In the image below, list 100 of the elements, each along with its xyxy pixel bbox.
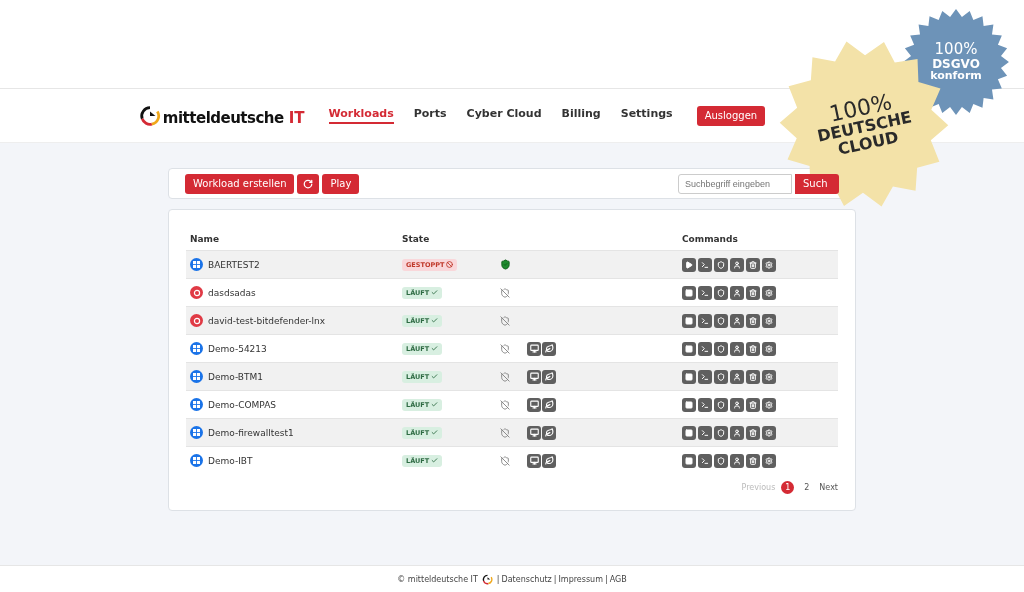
settings-button[interactable] bbox=[762, 453, 776, 468]
terminal-button[interactable] bbox=[698, 341, 712, 356]
stop-button[interactable] bbox=[682, 425, 696, 440]
monitor-button[interactable] bbox=[527, 341, 541, 356]
settings-button[interactable] bbox=[762, 341, 776, 356]
nav-link[interactable]: Workloads bbox=[328, 107, 394, 124]
play-button[interactable]: Play bbox=[322, 173, 360, 194]
page-link[interactable]: 1 bbox=[781, 480, 795, 494]
create-workload-button[interactable]: Workload erstellen bbox=[185, 173, 295, 194]
user-button[interactable] bbox=[730, 257, 744, 272]
user-button[interactable] bbox=[730, 341, 744, 356]
refresh-button[interactable] bbox=[297, 173, 320, 194]
nav-link[interactable]: Cyber Cloud bbox=[466, 107, 542, 124]
refresh-icon bbox=[303, 178, 314, 189]
settings-icon bbox=[765, 400, 773, 409]
logout-button[interactable]: Ausloggen bbox=[696, 105, 766, 126]
check-icon bbox=[431, 289, 439, 296]
trash-button[interactable] bbox=[746, 453, 760, 468]
search-button[interactable]: Such bbox=[795, 173, 839, 194]
shield-button[interactable] bbox=[714, 369, 728, 384]
monitor-button[interactable] bbox=[527, 453, 541, 468]
nav-link[interactable]: Settings bbox=[620, 107, 673, 124]
user-button[interactable] bbox=[730, 285, 744, 300]
settings-button[interactable] bbox=[762, 397, 776, 412]
user-button[interactable] bbox=[730, 425, 744, 440]
next-link[interactable]: Next bbox=[819, 482, 838, 492]
footer-link[interactable]: Datenschutz bbox=[501, 574, 552, 584]
trash-button[interactable] bbox=[746, 341, 760, 356]
settings-button[interactable] bbox=[762, 369, 776, 384]
stop-icon bbox=[685, 428, 693, 437]
terminal-button[interactable] bbox=[698, 369, 712, 384]
stop-button[interactable] bbox=[682, 313, 696, 328]
stop-button[interactable] bbox=[682, 453, 696, 468]
column-header[interactable]: Name bbox=[186, 228, 398, 251]
monitor-button[interactable] bbox=[527, 425, 541, 440]
trash-button[interactable] bbox=[746, 257, 760, 272]
leaf-button[interactable] bbox=[542, 425, 556, 440]
terminal-button[interactable] bbox=[698, 313, 712, 328]
stop-button[interactable] bbox=[682, 397, 696, 412]
settings-button[interactable] bbox=[762, 425, 776, 440]
logo-icon bbox=[138, 104, 161, 127]
terminal-icon bbox=[701, 456, 709, 465]
terminal-button[interactable] bbox=[698, 285, 712, 300]
stop-button[interactable] bbox=[682, 369, 696, 384]
monitor-icon bbox=[529, 400, 539, 409]
monitor-icon bbox=[529, 344, 539, 353]
column-header[interactable]: Commands bbox=[678, 228, 838, 251]
page-link[interactable]: 2 bbox=[800, 480, 814, 494]
logo-icon bbox=[481, 573, 493, 585]
shield-button[interactable] bbox=[714, 453, 728, 468]
leaf-button[interactable] bbox=[542, 453, 556, 468]
column-header[interactable]: State bbox=[398, 228, 496, 251]
check-icon bbox=[431, 401, 439, 408]
terminal-icon bbox=[701, 400, 709, 409]
shield-button[interactable] bbox=[714, 285, 728, 300]
terminal-button[interactable] bbox=[698, 425, 712, 440]
settings-button[interactable] bbox=[762, 257, 776, 272]
footer-link[interactable]: AGB bbox=[609, 574, 627, 584]
copyright-text: © mitteldeutsche IT bbox=[397, 574, 478, 584]
leaf-button[interactable] bbox=[542, 341, 556, 356]
user-button[interactable] bbox=[730, 453, 744, 468]
monitor-button[interactable] bbox=[527, 397, 541, 412]
sticker-text: 100% bbox=[934, 42, 978, 58]
user-button[interactable] bbox=[730, 313, 744, 328]
shield-button[interactable] bbox=[714, 257, 728, 272]
trash-button[interactable] bbox=[746, 285, 760, 300]
settings-button[interactable] bbox=[762, 313, 776, 328]
stop-button[interactable] bbox=[682, 285, 696, 300]
user-icon bbox=[733, 428, 741, 437]
settings-button[interactable] bbox=[762, 285, 776, 300]
trash-button[interactable] bbox=[746, 397, 760, 412]
stop-icon bbox=[685, 344, 693, 353]
footer-link[interactable]: Impressum bbox=[558, 574, 603, 584]
check-icon bbox=[431, 373, 439, 380]
trash-button[interactable] bbox=[746, 369, 760, 384]
shield-button[interactable] bbox=[714, 425, 728, 440]
terminal-button[interactable] bbox=[698, 257, 712, 272]
shield-button[interactable] bbox=[714, 397, 728, 412]
trash-button[interactable] bbox=[746, 425, 760, 440]
nav-link[interactable]: Billing bbox=[561, 107, 601, 124]
terminal-button[interactable] bbox=[698, 397, 712, 412]
user-icon bbox=[733, 344, 741, 353]
user-button[interactable] bbox=[730, 397, 744, 412]
user-button[interactable] bbox=[730, 369, 744, 384]
separator: | bbox=[553, 574, 557, 584]
leaf-button[interactable] bbox=[542, 369, 556, 384]
check-icon bbox=[431, 429, 439, 436]
search-field[interactable]: Suchbegriff eingeben bbox=[678, 173, 792, 194]
stop-button[interactable] bbox=[682, 341, 696, 356]
shield-button[interactable] bbox=[714, 341, 728, 356]
nav-link[interactable]: Ports bbox=[413, 107, 447, 124]
leaf-button[interactable] bbox=[542, 397, 556, 412]
play-button[interactable] bbox=[682, 257, 696, 272]
trash-button[interactable] bbox=[746, 313, 760, 328]
shield-icon bbox=[717, 344, 725, 353]
shield-button[interactable] bbox=[714, 313, 728, 328]
monitor-button[interactable] bbox=[527, 369, 541, 384]
user-icon bbox=[733, 456, 741, 465]
user-icon bbox=[733, 316, 741, 325]
terminal-button[interactable] bbox=[698, 453, 712, 468]
